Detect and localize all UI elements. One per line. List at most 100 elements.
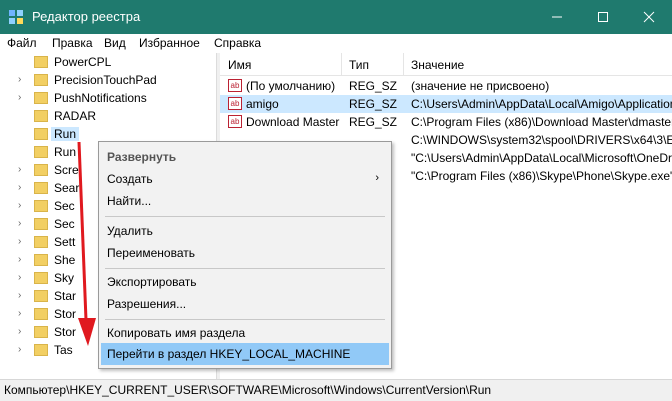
expand-arrow-icon[interactable]: › xyxy=(18,254,21,265)
close-button[interactable] xyxy=(626,0,672,34)
close-icon xyxy=(643,11,655,23)
tree-node[interactable]: › PushNotifications xyxy=(0,89,216,107)
expand-arrow-icon[interactable]: › xyxy=(18,218,21,229)
expand-arrow-icon[interactable]: › xyxy=(18,164,21,175)
column-value[interactable]: Значение xyxy=(411,58,464,72)
menu-item-copy-key-name[interactable]: Копировать имя раздела xyxy=(101,322,389,344)
menu-item-find[interactable]: Найти... xyxy=(101,190,389,212)
status-path: Компьютер\HKEY_CURRENT_USER\SOFTWARE\Mic… xyxy=(4,383,492,397)
cell-name: (По умолчанию) xyxy=(246,79,336,93)
menu-separator xyxy=(105,216,385,217)
menu-file[interactable]: Файл xyxy=(7,36,37,50)
folder-icon xyxy=(34,308,48,320)
menu-item-create[interactable]: Создать › xyxy=(101,168,389,190)
tree-node-label: Sear xyxy=(54,181,80,195)
column-type[interactable]: Тип xyxy=(349,58,369,72)
tree-node-label: Run xyxy=(51,127,80,141)
cell-name: amigo xyxy=(246,97,279,111)
list-row[interactable]: ab (По умолчанию) REG_SZ (значение не присв… xyxy=(220,77,672,95)
expand-arrow-icon[interactable]: › xyxy=(18,182,21,193)
tree-node-label: RADAR xyxy=(54,109,97,123)
menu-item-export[interactable]: Экспортировать xyxy=(101,271,389,293)
string-value-icon: ab xyxy=(228,79,242,92)
expand-arrow-icon[interactable]: › xyxy=(18,74,21,85)
cell-type: REG_SZ xyxy=(349,115,398,129)
folder-icon xyxy=(34,218,48,230)
menu-separator xyxy=(105,319,385,320)
menu-view[interactable]: Вид xyxy=(104,36,126,50)
menu-item-permissions[interactable]: Разрешения... xyxy=(101,293,389,315)
registry-icon xyxy=(9,10,23,24)
minimize-button[interactable] xyxy=(534,0,580,34)
folder-icon xyxy=(34,272,48,284)
folder-icon xyxy=(34,182,48,194)
cell-type: REG_SZ xyxy=(349,97,398,111)
folder-icon xyxy=(34,92,48,104)
menu-edit[interactable]: Правка xyxy=(52,36,93,50)
folder-icon xyxy=(34,146,48,158)
folder-icon xyxy=(34,254,48,266)
expand-arrow-icon[interactable]: › xyxy=(18,236,21,247)
menu-item-label: Удалить xyxy=(107,224,153,238)
folder-icon xyxy=(34,56,48,68)
cell-type: REG_SZ xyxy=(349,79,398,93)
minimize-icon xyxy=(552,16,562,18)
menu-item-label: Экспортировать xyxy=(107,275,197,289)
cell-value: C:\Program Files (x86)\Download Master\d… xyxy=(411,115,672,129)
submenu-arrow-icon: › xyxy=(375,172,379,184)
tree-node-label: Scre xyxy=(54,163,79,177)
tree-node[interactable]: RADAR xyxy=(0,107,216,125)
list-row[interactable]: ab amigo REG_SZ C:\Users\Admin\AppData\Loca… xyxy=(220,95,672,113)
tree-node-label: Stor xyxy=(54,325,77,339)
menu-item-label: Копировать имя раздела xyxy=(107,326,246,340)
cell-name: Download Master xyxy=(246,115,340,129)
folder-icon xyxy=(34,110,48,122)
tree-node-label: PowerCPL xyxy=(54,55,112,69)
tree-node-label: PushNotifications xyxy=(54,91,147,105)
menu-item-expand[interactable]: Развернуть xyxy=(101,146,389,168)
tree-node[interactable]: PowerCPL xyxy=(0,53,216,71)
cell-value: (значение не присвоено) xyxy=(411,79,550,93)
tree-node[interactable]: › PrecisionTouchPad xyxy=(0,71,216,89)
tree-node-label: Sec xyxy=(54,217,75,231)
expand-arrow-icon[interactable]: › xyxy=(18,290,21,301)
menu-item-delete[interactable]: Удалить xyxy=(101,220,389,242)
folder-icon xyxy=(34,128,48,140)
tree-node-label: PrecisionTouchPad xyxy=(54,73,157,87)
cell-value: C:\WINDOWS\system32\spool\DRIVERS\x64\3\… xyxy=(411,133,672,147)
expand-arrow-icon[interactable]: › xyxy=(18,272,21,283)
menu-item-label: Разрешения... xyxy=(107,297,187,311)
menu-favorites[interactable]: Избранное xyxy=(139,36,200,50)
tree-node-label: Stor xyxy=(54,307,77,321)
tree-node-label: Sec xyxy=(54,199,75,213)
menu-item-label: Создать xyxy=(107,172,153,186)
tree-node-label: Sky xyxy=(54,271,75,285)
folder-icon xyxy=(34,74,48,86)
tree-node-label: Tas xyxy=(54,343,73,357)
title-bar: Редактор реестра xyxy=(0,0,672,34)
column-name[interactable]: Имя xyxy=(228,58,251,72)
cell-value: "C:\Users\Admin\AppData\Local\Microsoft\… xyxy=(411,151,672,165)
maximize-button[interactable] xyxy=(580,0,626,34)
tree-node-label: She xyxy=(54,253,76,267)
menu-item-rename[interactable]: Переименовать xyxy=(101,242,389,264)
list-row[interactable]: ab Download Master REG_SZ C:\Program Files … xyxy=(220,113,672,131)
tree-node-label: Sett xyxy=(54,235,76,249)
menu-separator xyxy=(105,268,385,269)
expand-arrow-icon[interactable]: › xyxy=(18,92,21,103)
context-menu: Развернуть Создать › Найти... Удалить Пе… xyxy=(98,141,392,369)
menu-item-label: Найти... xyxy=(107,194,152,208)
string-value-icon: ab xyxy=(228,115,242,128)
menu-item-goto-hklm[interactable]: Перейти в раздел HKEY_LOCAL_MACHINE xyxy=(101,343,389,365)
folder-icon xyxy=(34,290,48,302)
expand-arrow-icon[interactable]: › xyxy=(18,326,21,337)
expand-arrow-icon[interactable]: › xyxy=(18,200,21,211)
expand-arrow-icon[interactable]: › xyxy=(18,308,21,319)
status-bar: Компьютер\HKEY_CURRENT_USER\SOFTWARE\Mic… xyxy=(0,379,672,401)
expand-arrow-icon[interactable]: › xyxy=(18,344,21,355)
tree-node-label: Star xyxy=(54,289,77,303)
menu-item-label: Развернуть xyxy=(107,150,177,164)
folder-icon xyxy=(34,200,48,212)
menu-item-label: Перейти в раздел HKEY_LOCAL_MACHINE xyxy=(107,347,351,361)
menu-help[interactable]: Справка xyxy=(214,36,261,50)
